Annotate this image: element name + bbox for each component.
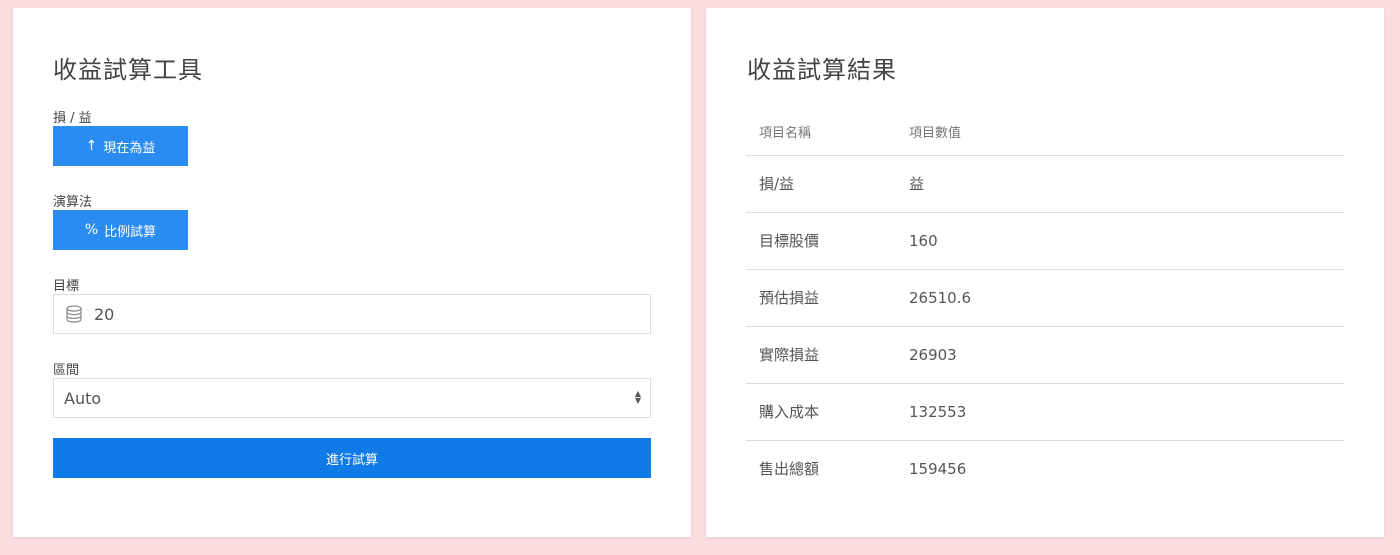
row-value: 160 [896, 212, 1344, 270]
results-title: 收益試算結果 [747, 56, 897, 84]
row-value: 益 [896, 155, 1344, 213]
profit-loss-toggle-button[interactable]: ↑ 現在為益 [53, 126, 188, 166]
row-name: 售出總額 [759, 460, 820, 479]
row-value: 132553 [896, 383, 1344, 441]
select-arrows-icon: ▲ ▼ [634, 389, 641, 405]
table-row: 預估損益 26510.6 [746, 269, 1344, 327]
database-icon [54, 295, 94, 333]
row-name: 購入成本 [746, 383, 896, 441]
row-name: 損/益 [746, 155, 896, 213]
table-row: 損/益 益 [746, 155, 1344, 213]
row-value: 26510.6 [896, 269, 1344, 327]
table-row: 目標股價 160 [746, 212, 1344, 270]
target-label: 目標 [53, 279, 80, 294]
percent-icon: % [84, 222, 99, 238]
algorithm-button-label: 比例試算 [104, 224, 157, 240]
range-selected-value: Auto [64, 388, 102, 408]
column-header-name: 項目名稱 [746, 108, 896, 156]
profit-loss-button-label: 現在為益 [103, 140, 156, 156]
table-header-row: 項目名稱 項目數值 [746, 108, 1344, 156]
results-panel: 收益試算結果 項目名稱 項目數值 損/益 益 目標股價 160 預估損益 265… [706, 8, 1384, 537]
row-name: 目標股價 [746, 212, 896, 270]
algorithm-label: 演算法 [53, 195, 93, 210]
row-name: 預估損益 [746, 269, 896, 327]
range-select[interactable]: Auto ▲ ▼ [53, 378, 651, 418]
results-table: 項目名稱 項目數值 損/益 益 目標股價 160 預估損益 26510.6 實際… [746, 108, 1344, 497]
target-input-wrapper [53, 294, 651, 334]
row-value: 159456 [909, 459, 967, 478]
submit-calculation-button[interactable]: 進行試算 [53, 438, 651, 478]
target-input[interactable] [94, 295, 650, 333]
table-row: 實際損益 26903 [746, 326, 1344, 384]
profit-loss-label: 損 / 益 [53, 111, 92, 126]
column-header-value: 項目數值 [896, 108, 1344, 156]
algorithm-toggle-button[interactable]: % 比例試算 [53, 210, 188, 250]
table-row: 售出總額 159456 [746, 440, 1344, 497]
table-row: 購入成本 132553 [746, 383, 1344, 441]
arrow-up-icon: ↑ [85, 138, 98, 154]
row-name: 實際損益 [746, 326, 896, 384]
calculator-panel: 收益試算工具 損 / 益 ↑ 現在為益 演算法 % 比例試算 目標 區間 Aut… [13, 8, 691, 537]
row-value: 26903 [896, 326, 1344, 384]
calculator-title: 收益試算工具 [53, 56, 203, 84]
range-label: 區間 [53, 363, 80, 378]
